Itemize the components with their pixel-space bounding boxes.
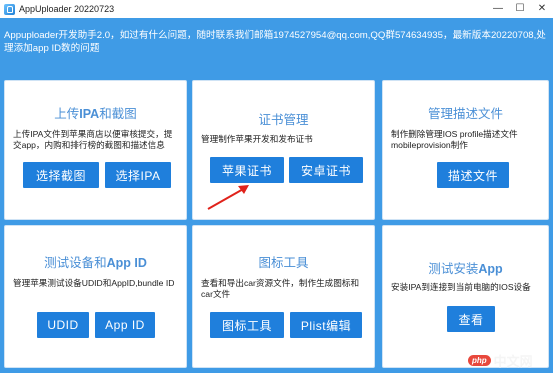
card-description: 制作删除管理IOS profile描述文件mobileprovision制作 (391, 129, 518, 150)
card-description: 管理苹果测试设备UDID和AppID,bundle ID (13, 278, 175, 288)
icon-tool-button[interactable]: 图标工具 (210, 312, 284, 338)
upload-ipa-card: 上传IPA和截图 上传IPA文件到苹果商店以便审核提交，提交app，内购和排行榜… (4, 80, 187, 220)
card-title: 测试设备和App ID (5, 252, 186, 271)
card-description: 安装IPA到连接到当前电脑的IOS设备 (391, 282, 531, 292)
card-title-part: 测试安装 (428, 262, 479, 276)
watermark-badge: php (468, 354, 491, 366)
window-title: AppUploader 20220723 (19, 4, 115, 14)
device-appid-card: 测试设备和App ID 管理苹果测试设备UDID和AppID,bundle ID… (4, 225, 187, 368)
card-title: 图标工具 (258, 256, 309, 270)
test-install-card: 测试安装App 安装IPA到连接到当前电脑的IOS设备 查看 (382, 225, 549, 368)
card-title: 证书管理 (258, 113, 309, 127)
plist-editor-button[interactable]: Plist编辑 (290, 312, 362, 338)
notice-text: Appuploader开发助手2.0，如过有什么问题，随时联系我们邮箱19745… (4, 30, 546, 54)
card-description: 查看和导出car资源文件，制作生成图标和car文件 (201, 278, 360, 299)
profile-file-button[interactable]: 描述文件 (437, 162, 509, 188)
card-title-bold: App (478, 262, 503, 276)
icon-tools-card: 图标工具 查看和导出car资源文件，制作生成图标和car文件 图标工具 Plis… (192, 225, 375, 368)
android-certificate-button[interactable]: 安卓证书 (289, 157, 363, 183)
card-title-bold: IPA (79, 107, 100, 121)
title-bar: AppUploader 20220723 — ☐ ✕ (0, 0, 553, 18)
card-title: 管理描述文件 (427, 107, 503, 121)
card-title-part: 和截图 (99, 107, 137, 121)
card-description: 管理制作苹果开发和发布证书 (201, 134, 313, 144)
watermark: php 中文网 (468, 350, 552, 370)
app-logo-icon (4, 3, 15, 15)
select-screenshot-button[interactable]: 选择截图 (23, 162, 99, 188)
maximize-icon[interactable]: ☐ (509, 0, 531, 18)
view-button[interactable]: 查看 (447, 306, 495, 332)
profile-card: 管理描述文件 制作删除管理IOS profile描述文件mobileprovis… (382, 80, 549, 220)
card-title-part: 上传 (54, 107, 80, 121)
card-title-part: 测试设备和 (44, 256, 107, 270)
udid-button[interactable]: UDID (37, 312, 89, 338)
card-description: 上传IPA文件到苹果商店以便审核提交，提交app，内购和排行榜的截图和描述信息 (13, 129, 173, 150)
watermark-text: 中文网 (493, 353, 533, 369)
minimize-icon[interactable]: — (487, 0, 509, 18)
card-title: 上传IPA和截图 (5, 103, 186, 122)
app-id-button[interactable]: App ID (95, 312, 155, 338)
card-title-bold: App ID (106, 256, 147, 270)
window-controls: — ☐ ✕ (487, 0, 553, 18)
select-ipa-button[interactable]: 选择IPA (105, 162, 171, 188)
annotation-arrow-icon (207, 185, 249, 210)
card-title: 测试安装App (383, 258, 548, 277)
close-icon[interactable]: ✕ (531, 0, 553, 18)
